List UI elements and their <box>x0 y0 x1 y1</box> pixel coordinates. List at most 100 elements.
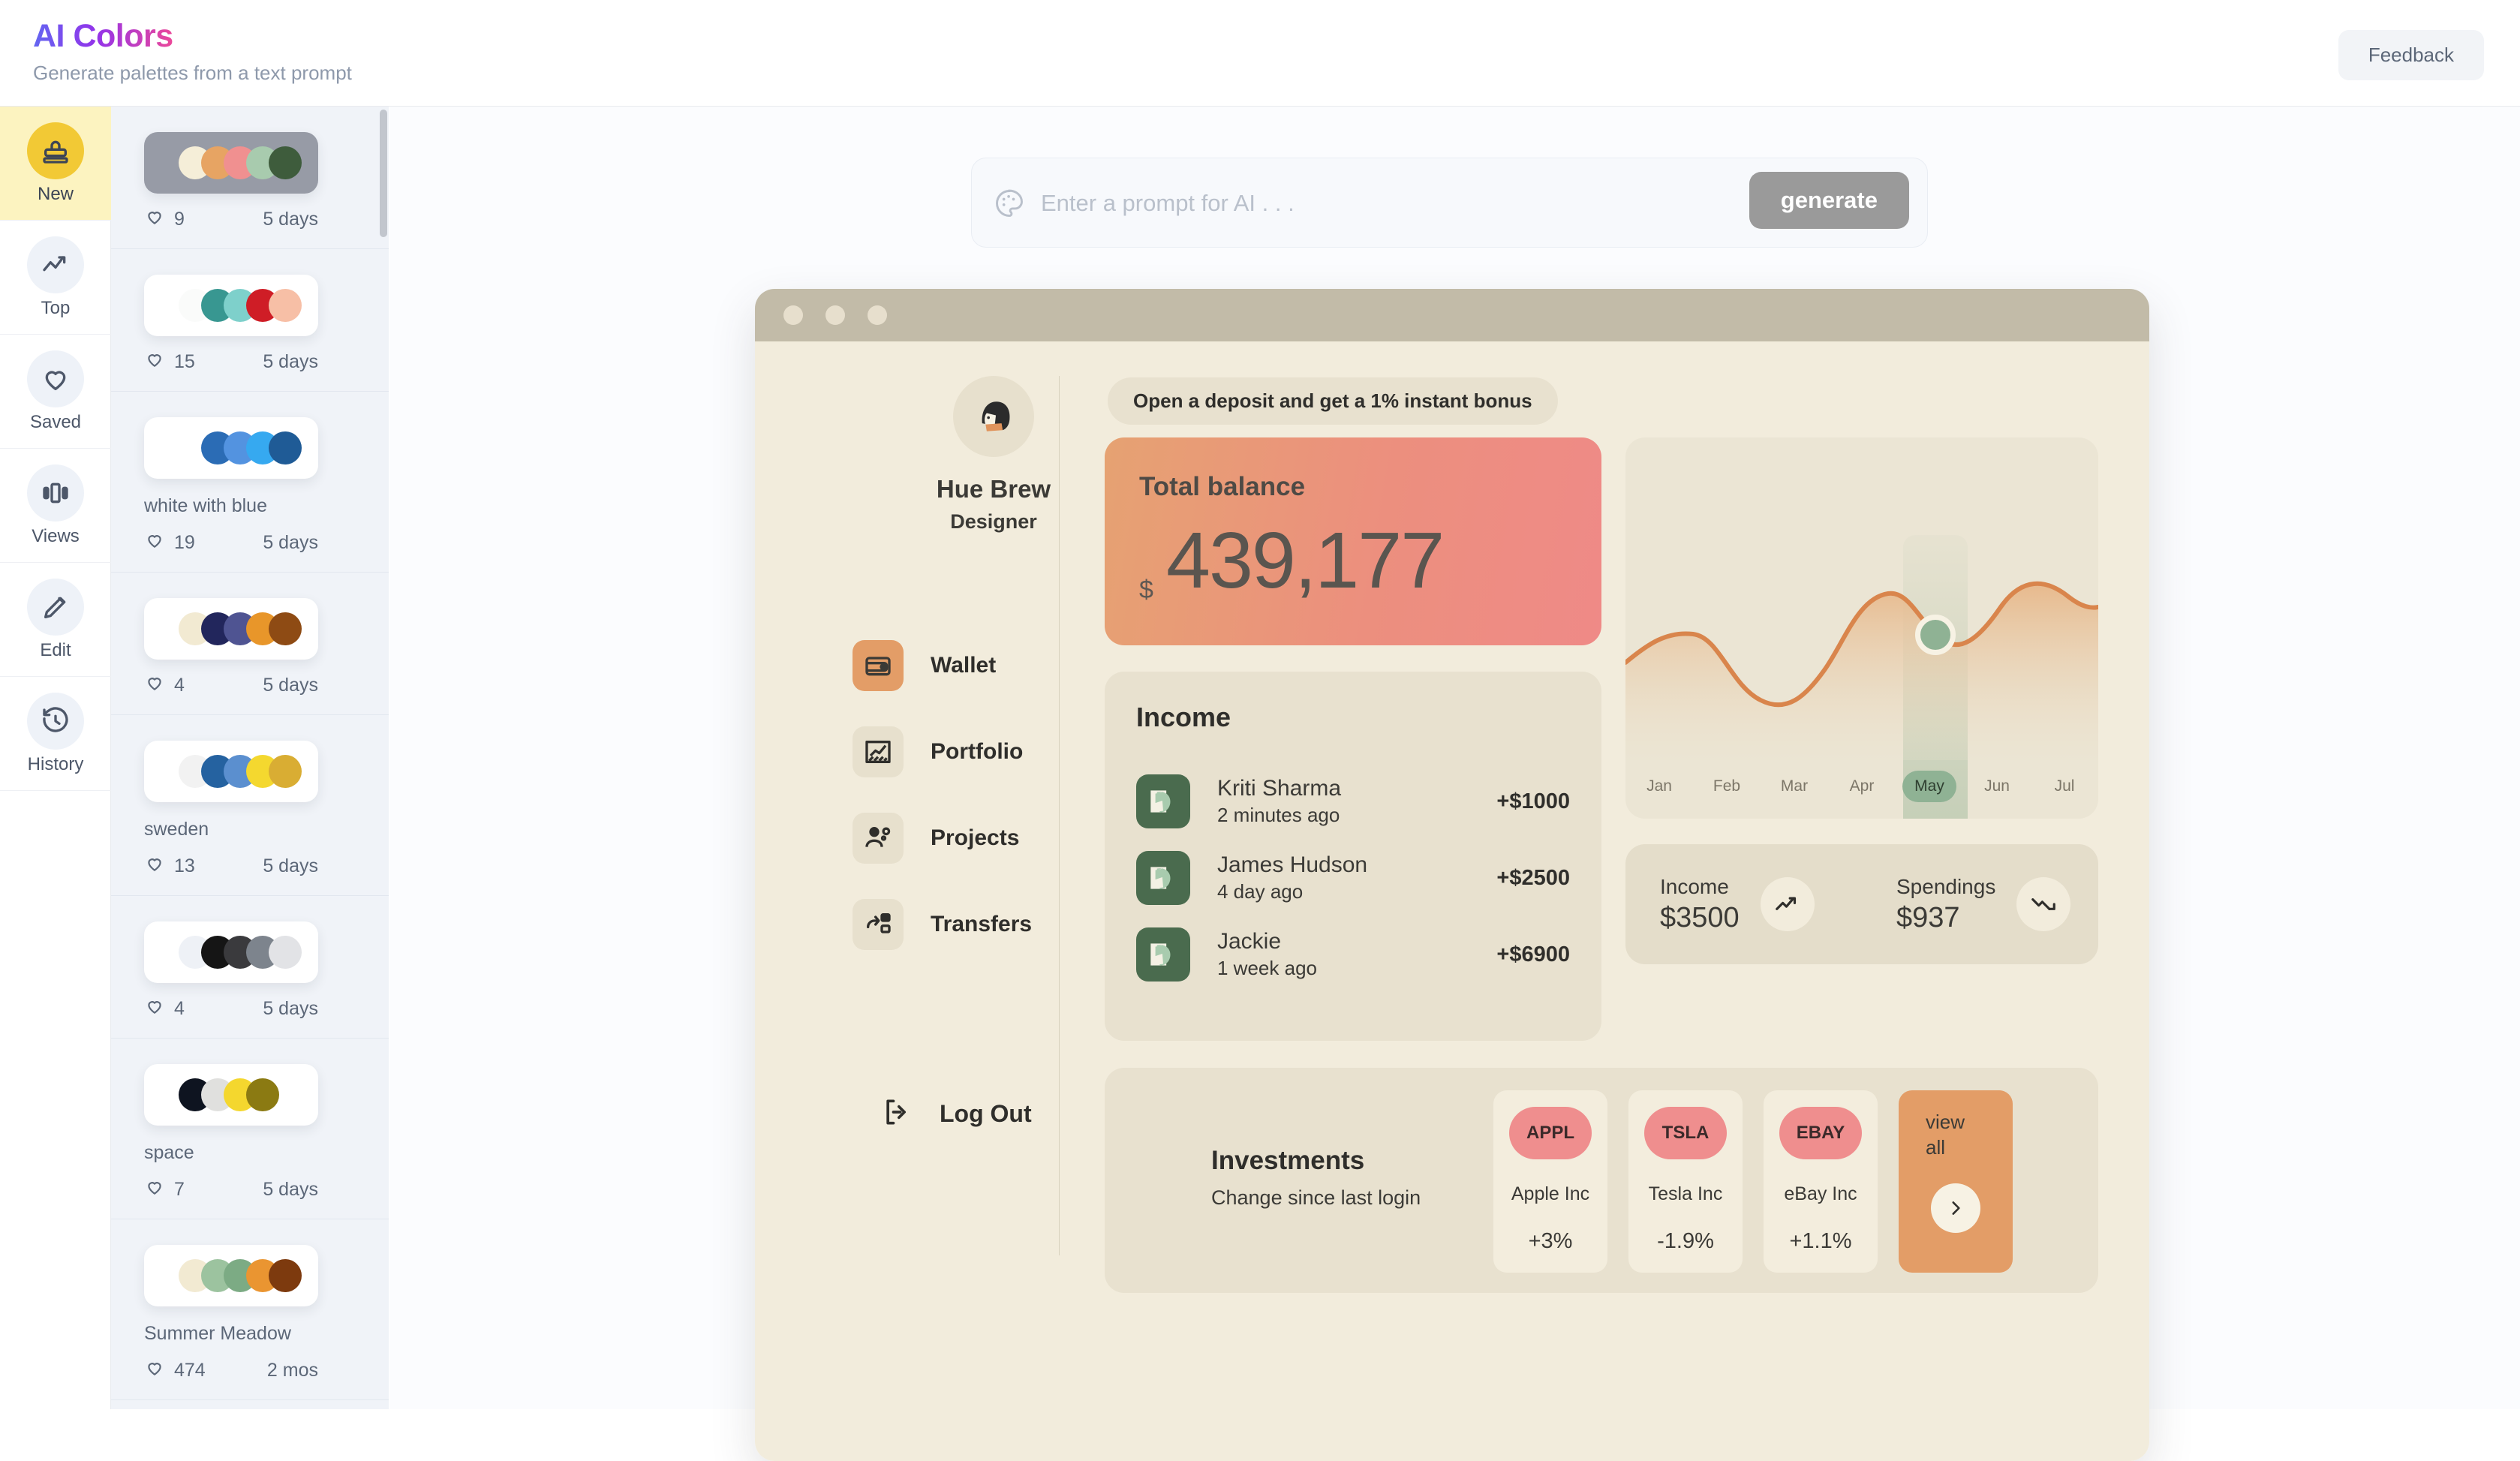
stat-label: Spendings <box>1896 874 1996 898</box>
palette-color-dot <box>246 1078 279 1111</box>
like-button[interactable]: 4 <box>144 997 185 1021</box>
list-item[interactable]: white with blue 19 5 days <box>111 392 389 573</box>
sidebar-item-history[interactable]: History <box>0 677 111 791</box>
palette-list[interactable]: 9 5 days 15 5 days white with blue 19 5 days 4 5… <box>111 107 389 1409</box>
stock-change: +1.1% <box>1789 1229 1852 1253</box>
page-title: AI Colors <box>33 18 173 54</box>
chart-month-jun[interactable]: Jun <box>1970 771 2024 802</box>
like-button[interactable]: 9 <box>144 207 185 232</box>
like-button[interactable]: 4 <box>144 673 185 698</box>
stock-card[interactable]: TSLA Tesla Inc -1.9% <box>1628 1090 1743 1273</box>
palette-swatch-card[interactable] <box>144 598 318 660</box>
window-dot-close[interactable] <box>783 305 803 325</box>
stock-name: Tesla Inc <box>1648 1183 1723 1204</box>
palette-time: 5 days <box>263 855 318 876</box>
palette-swatch-card[interactable] <box>144 921 318 983</box>
investments-card: Investments Change since last login APPL… <box>1105 1068 2098 1293</box>
income-row[interactable]: Jackie 1 week ago +$6900 <box>1136 925 1570 984</box>
mockup-nav-portfolio[interactable]: Portfolio <box>853 726 1078 777</box>
like-count: 474 <box>174 1360 206 1381</box>
income-row[interactable]: Kriti Sharma 2 minutes ago +$1000 <box>1136 772 1570 831</box>
list-item[interactable]: Summer Meadow 474 2 mos <box>111 1219 389 1400</box>
palette-name: white with blue <box>144 495 267 516</box>
sidebar-item-new[interactable]: New <box>0 107 111 221</box>
view-all-button[interactable]: view all <box>1899 1090 2013 1273</box>
like-button[interactable]: 7 <box>144 1177 185 1202</box>
mockup-user-role: Designer <box>950 510 1037 533</box>
sidebar-item-edit[interactable]: Edit <box>0 563 111 677</box>
window-dot-minimize[interactable] <box>825 305 845 325</box>
palette-swatch-card[interactable] <box>144 417 318 479</box>
feedback-button[interactable]: Feedback <box>2338 30 2484 80</box>
chart-month-apr[interactable]: Apr <box>1835 771 1889 802</box>
mockup-preview-window: Hue Brew Designer Wallet Portfolio Project… <box>755 289 2149 1461</box>
palette-list-scrollbar[interactable] <box>380 110 387 237</box>
page-subtitle: Generate palettes from a text prompt <box>33 62 352 84</box>
investments-title: Investments <box>1211 1146 1365 1175</box>
list-item[interactable]: 9 5 days <box>111 107 389 249</box>
heart-icon <box>144 531 165 555</box>
income-amount: +$6900 <box>1496 942 1570 966</box>
sidebar-item-label: Saved <box>29 411 82 432</box>
prompt-input[interactable] <box>1041 179 1791 227</box>
sidebar-item-saved[interactable]: Saved <box>0 335 111 449</box>
transfer-icon <box>853 899 904 950</box>
stock-name: eBay Inc <box>1784 1183 1857 1204</box>
list-item[interactable]: 4 5 days <box>111 896 389 1039</box>
generate-button[interactable]: generate <box>1749 172 1909 229</box>
like-count: 19 <box>174 532 195 553</box>
list-item[interactable]: 15 5 days <box>111 249 389 392</box>
palette-swatch-card[interactable] <box>144 275 318 336</box>
stat-text: Spendings $937 <box>1896 875 1995 934</box>
palette-swatch-card[interactable] <box>144 1245 318 1306</box>
income-time: 2 minutes ago <box>1217 803 1340 826</box>
palette-swatch-card[interactable] <box>144 741 318 802</box>
sidebar-item-views[interactable]: Views <box>0 449 111 563</box>
promo-banner[interactable]: Open a deposit and get a 1% instant bonu… <box>1108 377 1558 425</box>
balance-label: Total balance <box>1139 472 1306 501</box>
mockup-nav-transfers[interactable]: Transfers <box>853 899 1078 950</box>
mockup-titlebar <box>755 289 2149 341</box>
palette-meta: 474 2 mos <box>144 1358 318 1383</box>
logout-button[interactable]: Log Out <box>881 1096 1032 1132</box>
stat-text: Income $3500 <box>1660 875 1740 934</box>
trend-up-icon <box>1760 877 1815 931</box>
list-item[interactable]: sweden 13 5 days <box>111 715 389 896</box>
chevron-right-icon[interactable] <box>1931 1183 1980 1233</box>
income-amount: +$2500 <box>1496 865 1570 890</box>
like-button[interactable]: 13 <box>144 854 195 879</box>
investments-subtitle: Change since last login <box>1211 1186 1421 1209</box>
chart-month-mar[interactable]: Mar <box>1767 771 1821 802</box>
mockup-nav-projects[interactable]: Projects <box>853 813 1078 864</box>
stock-card[interactable]: APPL Apple Inc +3% <box>1493 1090 1607 1273</box>
like-button[interactable]: 474 <box>144 1358 206 1383</box>
balance-amount: 439,177 <box>1166 516 1445 605</box>
chart-month-jan[interactable]: Jan <box>1632 771 1686 802</box>
income-text: Jackie 1 week ago <box>1217 927 1496 981</box>
like-count: 13 <box>174 855 195 876</box>
main-content: generate Hue Brew Designer WalletPort <box>389 107 2520 1461</box>
list-item[interactable]: space 7 5 days <box>111 1039 389 1219</box>
chart-month-jul[interactable]: Jul <box>2037 771 2091 802</box>
list-item[interactable]: 4 5 days <box>111 573 389 715</box>
stock-card[interactable]: EBAY eBay Inc +1.1% <box>1764 1090 1878 1273</box>
app-header: AI Colors Generate palettes from a text … <box>0 0 2520 107</box>
stat-label: Income <box>1660 874 1729 898</box>
palette-swatch-card[interactable] <box>144 132 318 194</box>
mockup-nav-wallet[interactable]: Wallet <box>853 640 1078 691</box>
like-button[interactable]: 19 <box>144 531 195 555</box>
income-row[interactable]: James Hudson 4 day ago +$2500 <box>1136 849 1570 907</box>
avatar <box>953 376 1034 457</box>
contact-avatar <box>1136 927 1190 982</box>
like-button[interactable]: 15 <box>144 350 195 374</box>
chart-area-svg <box>1625 581 2098 760</box>
palette-swatch-card[interactable] <box>144 1064 318 1126</box>
chart-month-axis: Jan Feb Mar Apr May Jun Jul <box>1625 771 2098 802</box>
chart-active-point[interactable] <box>1915 615 1956 655</box>
chart-month-feb[interactable]: Feb <box>1700 771 1754 802</box>
income-text: James Hudson 4 day ago <box>1217 851 1496 904</box>
window-dot-maximize[interactable] <box>868 305 887 325</box>
sidebar-item-label: Views <box>32 525 80 546</box>
sidebar-item-top[interactable]: Top <box>0 221 111 335</box>
chart-month-may[interactable]: May <box>1902 771 1956 802</box>
